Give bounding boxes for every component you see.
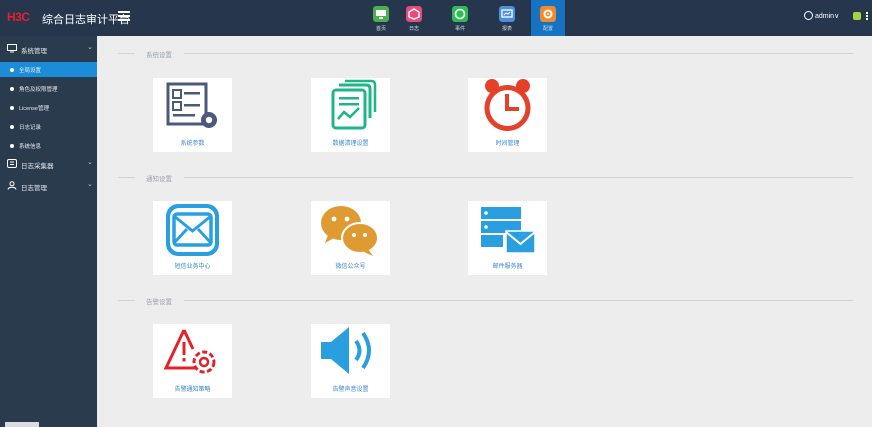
sidebar-item-label: 系统信息 [19, 144, 42, 150]
sidebar-item-log-records[interactable]: 日志记录 [0, 119, 97, 134]
sidebar: 系统管理 ⌄ 全局设置 角色及权限管理 License管理 日志记录 系统信息 … [0, 36, 97, 427]
sidebar-group-system[interactable]: 系统管理 ⌄ [0, 40, 97, 60]
user-icon [7, 181, 17, 190]
card-label: 告警声音设置 [332, 387, 369, 393]
logo: H3C [7, 10, 30, 24]
nav-home[interactable]: 首页 [364, 0, 398, 36]
sidebar-item-label: License管理 [19, 106, 49, 112]
section-title-alarm: 告警设置 [146, 299, 172, 306]
card-wechat[interactable]: 微信公众号 [311, 201, 390, 275]
divider [184, 53, 853, 54]
divider [118, 177, 135, 178]
card-label: 告警通知策略 [174, 387, 211, 393]
card-time-management[interactable]: 时间管理 [468, 78, 547, 152]
sidebar-item-global-settings[interactable]: 全局设置 [0, 62, 97, 77]
sidebar-item-license[interactable]: License管理 [0, 100, 97, 115]
menu-toggle-icon[interactable] [118, 11, 130, 21]
sidebar-group-collector[interactable]: 日志采集器 ⌄ [0, 155, 97, 175]
theme-icon[interactable] [853, 12, 861, 20]
card-sms-center[interactable]: 短信业务中心 [153, 201, 232, 275]
monitor-icon [373, 6, 389, 22]
collector-icon [7, 159, 17, 168]
mail-server-icon [481, 207, 536, 254]
nav-label: 事件 [454, 26, 465, 32]
alarm-clock-icon [484, 79, 531, 131]
divider [184, 300, 853, 301]
card-alarm-policy[interactable]: 告警通知策略 [153, 324, 232, 398]
nav-label: 首页 [375, 26, 386, 32]
wechat-icon [321, 206, 379, 256]
divider [118, 300, 135, 301]
envelope-icon [166, 204, 219, 256]
section-title-system: 系统设置 [146, 52, 172, 59]
card-system-params[interactable]: 系统参数 [153, 78, 232, 152]
nav-label: 报表 [501, 26, 512, 32]
event-icon [452, 6, 468, 22]
gear-icon [540, 6, 556, 22]
nav-label: 配置 [542, 26, 553, 32]
sidebar-item-label: 全局设置 [19, 68, 42, 74]
card-data-cleanup[interactable]: 数据清理设置 [311, 78, 390, 152]
sidebar-group-label: 日志采集器 [21, 163, 54, 170]
chevron-down-icon: ⌄ [87, 44, 93, 51]
chevron-down-icon: ⌄ [87, 181, 93, 188]
sidebar-item-roles[interactable]: 角色及权限管理 [0, 81, 97, 96]
sidebar-group-label: 系统管理 [21, 48, 47, 55]
top-bar: H3C 综合日志审计平台 首页 日志 事件 报表 配置 admin∨ [0, 0, 872, 36]
sidebar-scrollbar[interactable] [5, 422, 39, 427]
sidebar-item-system-info[interactable]: 系统信息 [0, 138, 97, 153]
monitor-icon [7, 44, 17, 53]
card-label: 邮件服务器 [492, 264, 523, 270]
bullet-icon [10, 125, 14, 129]
sidebar-group-log-management[interactable]: 日志管理 ⌄ [0, 177, 97, 197]
divider [184, 177, 853, 178]
bullet-icon [10, 106, 14, 110]
bullet-icon [10, 144, 14, 148]
nav-reports[interactable]: 报表 [490, 0, 524, 36]
card-label: 微信公众号 [335, 264, 366, 270]
nav-events[interactable]: 事件 [443, 0, 477, 36]
more-icon[interactable] [866, 12, 869, 21]
sidebar-item-label: 日志记录 [19, 125, 42, 131]
card-label: 数据清理设置 [332, 141, 369, 147]
bullet-icon [10, 87, 14, 91]
nav-config[interactable]: 配置 [531, 0, 565, 36]
card-alarm-sound[interactable]: 告警声音设置 [311, 324, 390, 398]
bullet-icon [10, 68, 14, 72]
system-params-icon [166, 82, 217, 128]
chevron-down-icon: ⌄ [87, 159, 93, 166]
sidebar-item-label: 角色及权限管理 [19, 87, 58, 93]
data-cleanup-icon [331, 79, 377, 130]
card-label: 短信业务中心 [174, 264, 211, 270]
section-title-notify: 通知设置 [146, 176, 172, 183]
card-label: 系统参数 [180, 141, 205, 147]
nav-label: 日志 [408, 26, 419, 32]
user-icon[interactable] [804, 11, 813, 20]
nav-logs[interactable]: 日志 [397, 0, 431, 36]
user-menu[interactable]: admin∨ [815, 12, 839, 20]
cube-icon [406, 6, 422, 22]
card-label: 时间管理 [495, 141, 520, 147]
app-title: 综合日志审计平台 [42, 14, 130, 26]
sidebar-group-label: 日志管理 [21, 185, 47, 192]
divider [118, 53, 135, 54]
card-mail-server[interactable]: 邮件服务器 [468, 201, 547, 275]
speaker-icon [321, 327, 371, 374]
report-icon [499, 6, 515, 22]
alert-gear-icon [163, 329, 216, 374]
